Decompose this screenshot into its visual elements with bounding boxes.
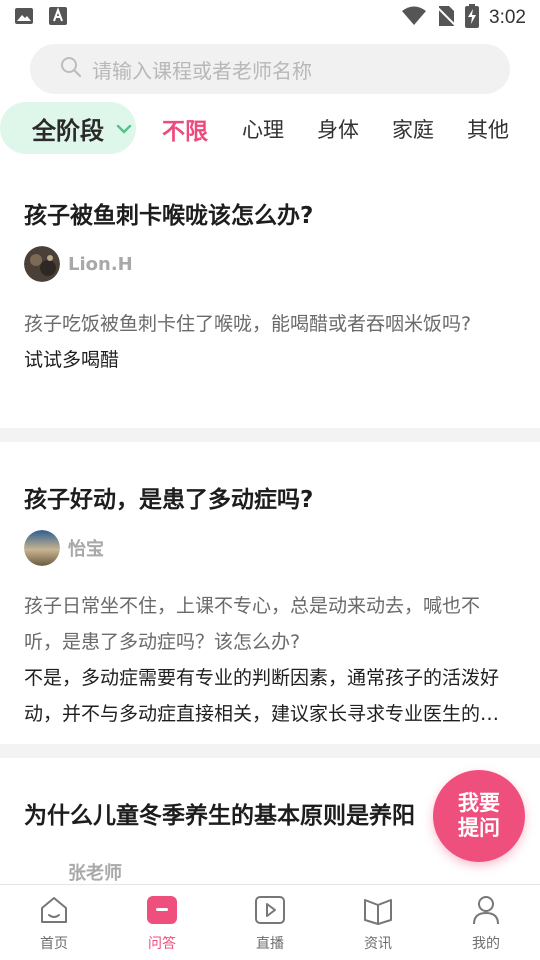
qa-icon — [146, 895, 178, 929]
clock: 3:02 — [489, 7, 526, 28]
answer-text: 不是，多动症需要有专业的判断因素，通常孩子的活泼好动，并不与多动症直接相关，建议… — [24, 667, 500, 725]
author-name: Lion.H — [68, 253, 133, 275]
stage-label: 全阶段 — [32, 116, 104, 145]
status-bar: 3:02 — [0, 0, 540, 36]
chevron-down-icon — [116, 120, 132, 139]
tab-news[interactable]: 资讯 — [324, 885, 432, 960]
ask-question-button[interactable]: 我要提问 — [433, 770, 525, 862]
search-icon — [60, 56, 82, 82]
question-text: 孩子吃饭被鱼刺卡住了喉咙，能喝醋或者吞咽米饭吗? — [24, 313, 472, 335]
avatar — [24, 246, 60, 282]
battery-charging-icon — [465, 4, 480, 32]
avatar — [24, 530, 60, 566]
user-icon — [470, 895, 502, 929]
question-title: 为什么儿童冬季养生的基本原则是养阳 — [24, 803, 415, 829]
filter-bar: 全阶段 不限 心理 身体 家庭 其他 — [0, 100, 540, 156]
question-text: 孩子日常坐不住，上课不专心，总是动来动去，喊也不听，是患了多动症吗？该怎么办? — [24, 595, 481, 653]
author-name: 怡宝 — [68, 539, 104, 560]
wifi-icon — [401, 6, 427, 30]
open-book-icon — [362, 895, 394, 929]
question-card[interactable]: 孩子被鱼刺卡喉咙该怎么办? Lion.H 孩子吃饭被鱼刺卡住了喉咙，能喝醋或者吞… — [0, 196, 540, 378]
tab-qa[interactable]: 问答 — [108, 885, 216, 960]
tab-unlimited[interactable]: 不限 — [162, 112, 208, 146]
tab-body[interactable]: 身体 — [317, 114, 359, 144]
tab-psychology[interactable]: 心理 — [242, 114, 284, 144]
question-card[interactable]: 孩子好动，是患了多动症吗? 怡宝 孩子日常坐不住，上课不专心，总是动来动去，喊也… — [0, 480, 540, 732]
tab-home-label: 首页 — [40, 936, 68, 952]
answer-text: 试试多喝醋 — [24, 349, 120, 371]
tab-mine-label: 我的 — [472, 936, 500, 952]
bottom-tab-bar: 首页 问答 直播 资讯 我的 — [0, 884, 540, 960]
tab-family[interactable]: 家庭 — [392, 114, 434, 144]
tab-home[interactable]: 首页 — [0, 885, 108, 960]
stage-dropdown[interactable]: 全阶段 — [0, 102, 136, 154]
tab-other[interactable]: 其他 — [467, 114, 509, 144]
tab-news-label: 资讯 — [364, 936, 392, 952]
tab-live-label: 直播 — [256, 936, 284, 952]
no-sim-icon — [436, 5, 456, 31]
author-name: 张老师 — [68, 863, 122, 884]
divider — [0, 428, 540, 442]
question-title: 孩子好动，是患了多动症吗? — [24, 487, 314, 513]
ask-question-label: 我要提问 — [458, 791, 500, 840]
tab-qa-label: 问答 — [148, 936, 176, 952]
font-app-icon — [48, 6, 68, 30]
search-bar[interactable]: 请输入课程或者老师名称 — [30, 44, 510, 94]
tab-live[interactable]: 直播 — [216, 885, 324, 960]
author-row: 怡宝 — [24, 530, 516, 566]
divider — [0, 744, 540, 758]
question-title: 孩子被鱼刺卡喉咙该怎么办? — [24, 203, 314, 229]
home-icon — [38, 895, 70, 929]
play-icon — [254, 895, 286, 929]
search-placeholder: 请输入课程或者老师名称 — [92, 58, 312, 83]
tab-mine[interactable]: 我的 — [432, 885, 540, 960]
author-row: Lion.H — [24, 246, 516, 282]
gallery-icon — [14, 6, 34, 30]
